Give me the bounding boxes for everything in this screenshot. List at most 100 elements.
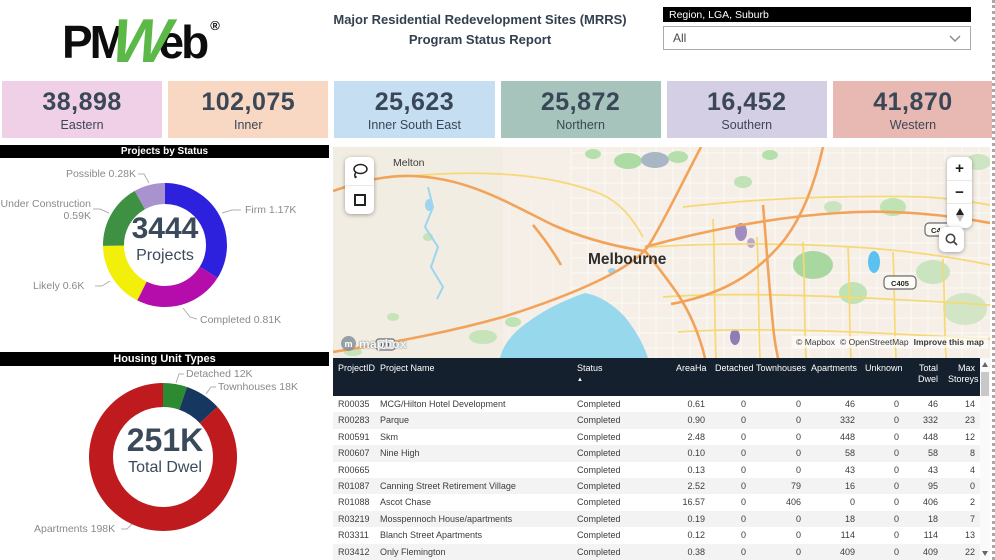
osm-attribution-link[interactable]: © OpenStreetMap xyxy=(840,337,909,347)
improve-map-link[interactable]: Improve this map xyxy=(914,337,984,347)
kpi-card-southern[interactable]: 16,452Southern xyxy=(667,81,827,138)
table-cell: 406 xyxy=(751,494,806,510)
table-row[interactable]: R03311Blanch Street ApartmentsCompleted0… xyxy=(333,527,980,543)
column-header-label: ProjectID xyxy=(338,363,375,373)
kpi-value: 38,898 xyxy=(42,88,121,117)
compass-icon xyxy=(956,208,964,222)
table-cell: R03412 xyxy=(333,544,375,560)
kpi-card-inner[interactable]: 102,075Inner xyxy=(168,81,328,138)
zoom-out-button[interactable]: − xyxy=(947,180,972,203)
mapbox-icon: m xyxy=(341,336,356,351)
donut-center-projects: 3444 Projects xyxy=(0,213,330,265)
slicer-dropdown[interactable]: All xyxy=(663,26,971,50)
table-cell: R01087 xyxy=(333,478,375,494)
kpi-card-inner-south-east[interactable]: 25,623Inner South East xyxy=(334,81,494,138)
table-row[interactable]: R00035MCG/Hilton Hotel DevelopmentComple… xyxy=(333,396,980,412)
table-cell: 0 xyxy=(860,544,904,560)
road-shield-c405: C405 xyxy=(884,276,916,289)
mapbox-attribution-link[interactable]: © Mapbox xyxy=(796,337,835,347)
table-cell: 43 xyxy=(806,462,860,478)
compass-button[interactable] xyxy=(947,203,972,226)
table-cell: 0 xyxy=(860,462,904,478)
scrollbar-thumb[interactable] xyxy=(981,372,989,396)
map-attribution: © Mapbox © OpenStreetMap Improve this ma… xyxy=(792,336,988,348)
table-cell xyxy=(375,462,572,478)
column-header-label: Apartments xyxy=(811,363,857,373)
page-title-line2: Program Status Report xyxy=(295,30,665,50)
map-canvas[interactable]: M1 C405 C404 Melton Melbourne xyxy=(333,147,990,358)
projects-by-status-donut: Firm 1.17K Completed 0.81K Likely 0.6K U… xyxy=(0,158,330,345)
column-header-status[interactable]: Status▲ xyxy=(572,358,671,396)
slice-label-apartments: Apartments 198K xyxy=(34,523,115,535)
table-cell: 2.52 xyxy=(671,478,710,494)
slicer-label: Region, LGA, Suburb xyxy=(663,7,971,22)
chevron-down-icon xyxy=(949,35,961,42)
kpi-card-western[interactable]: 41,870Western xyxy=(833,81,993,138)
table-row[interactable]: R03412Only FlemingtonCompleted0.38004090… xyxy=(333,544,980,560)
table-row[interactable]: R00283ParqueCompleted0.9000332033223 xyxy=(333,412,980,428)
table-cell: 18 xyxy=(904,511,943,527)
table-cell: 12 xyxy=(943,429,980,445)
table-cell: 8 xyxy=(943,445,980,461)
column-header-projectid[interactable]: ProjectID xyxy=(333,358,375,396)
box-select-icon xyxy=(352,192,368,208)
column-header-total-dwel[interactable]: Total Dwel xyxy=(904,358,943,396)
map-visual: M1 C405 C404 Melton Melbourne xyxy=(333,147,990,358)
table-row[interactable]: R03219Mosspennoch House/apartmentsComple… xyxy=(333,511,980,527)
column-header-detached[interactable]: Detached xyxy=(710,358,751,396)
kpi-card-eastern[interactable]: 38,898Eastern xyxy=(2,81,162,138)
table-scrollbar[interactable] xyxy=(980,358,990,560)
column-header-areaha[interactable]: AreaHa xyxy=(671,358,710,396)
map-search-button[interactable] xyxy=(939,227,964,252)
table-row[interactable]: R01087Canning Street Retirement VillageC… xyxy=(333,478,980,494)
table-cell: 0 xyxy=(860,478,904,494)
table-cell: 46 xyxy=(904,396,943,412)
table-cell: Only Flemington xyxy=(375,544,572,560)
lasso-select-button[interactable] xyxy=(345,157,374,185)
donut-slice-completed[interactable] xyxy=(137,267,217,307)
dashboard-page: PMWeb® Major Residential Redevelopment S… xyxy=(0,0,995,560)
table-row[interactable]: R00665Completed0.1300430434 xyxy=(333,462,980,478)
box-select-button[interactable] xyxy=(345,185,374,213)
table-header-row: ProjectIDProject NameStatus▲AreaHaDetach… xyxy=(333,358,980,396)
column-header-project-name[interactable]: Project Name xyxy=(375,358,572,396)
table-cell: Completed xyxy=(572,462,671,478)
kpi-card-northern[interactable]: 25,872Northern xyxy=(501,81,661,138)
zoom-in-button[interactable]: + xyxy=(947,157,972,180)
page-title: Major Residential Redevelopment Sites (M… xyxy=(295,10,665,49)
kpi-label: Northern xyxy=(556,118,605,132)
table-row[interactable]: R00591SkmCompleted2.4800448044812 xyxy=(333,429,980,445)
table-cell: 0 xyxy=(710,494,751,510)
magnifier-icon xyxy=(944,232,959,247)
mapbox-logo[interactable]: m mapbox xyxy=(341,336,407,351)
page-title-line1: Major Residential Redevelopment Sites (M… xyxy=(295,10,665,30)
column-header-label: Max Storeys xyxy=(948,363,979,384)
column-header-unknown[interactable]: Unknown xyxy=(860,358,904,396)
table-cell: 0 xyxy=(751,544,806,560)
table-cell: Parque xyxy=(375,412,572,428)
column-header-townhouses[interactable]: Townhouses xyxy=(751,358,806,396)
kpi-value: 102,075 xyxy=(201,88,295,117)
table-cell: Completed xyxy=(572,412,671,428)
projects-table: ProjectIDProject NameStatus▲AreaHaDetach… xyxy=(333,358,990,560)
table-cell: MCG/Hilton Hotel Development xyxy=(375,396,572,412)
table-cell: 0 xyxy=(751,429,806,445)
scroll-up-arrow[interactable] xyxy=(982,362,988,367)
kpi-label: Inner xyxy=(234,118,263,132)
kpi-label: Western xyxy=(890,118,936,132)
table-cell: Canning Street Retirement Village xyxy=(375,478,572,494)
column-header-max-storeys[interactable]: Max Storeys xyxy=(943,358,980,396)
table-row[interactable]: R01088Ascot ChaseCompleted16.57040600406… xyxy=(333,494,980,510)
table-cell: 409 xyxy=(806,544,860,560)
column-header-apartments[interactable]: Apartments xyxy=(806,358,860,396)
table-cell: R00665 xyxy=(333,462,375,478)
table-cell: 0 xyxy=(860,494,904,510)
scroll-down-arrow[interactable] xyxy=(982,551,988,556)
table-cell: 14 xyxy=(943,396,980,412)
town-label-melton: Melton xyxy=(393,157,425,169)
table-row[interactable]: R00607Nine HighCompleted0.1000580588 xyxy=(333,445,980,461)
chart-title-housing-unit-types: Housing Unit Types xyxy=(0,352,329,366)
slicer-selected-value: All xyxy=(673,31,686,45)
table-cell: 0 xyxy=(860,511,904,527)
table-cell: 95 xyxy=(904,478,943,494)
